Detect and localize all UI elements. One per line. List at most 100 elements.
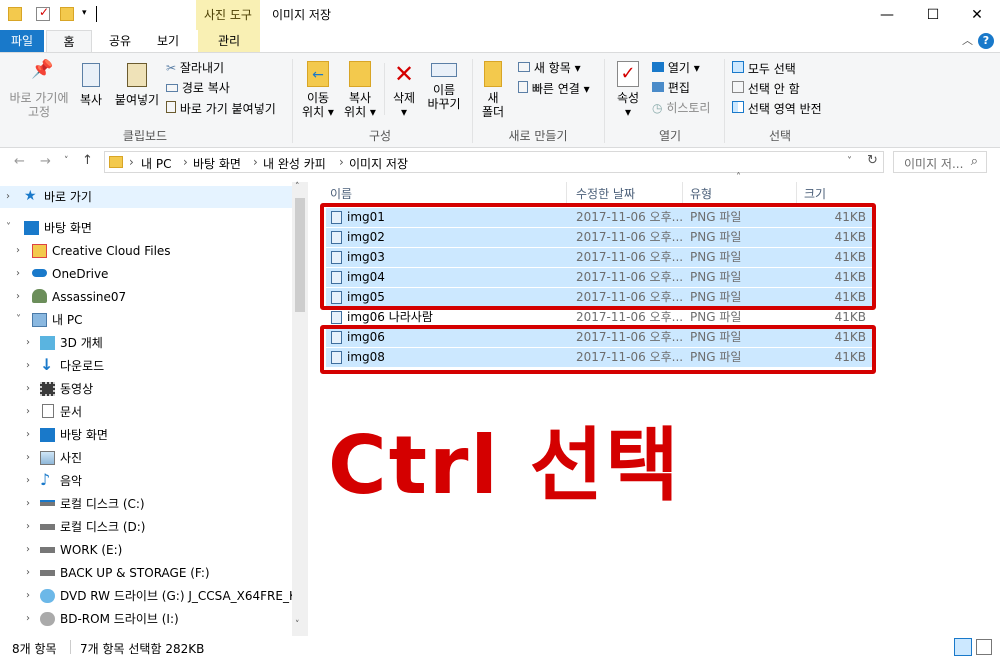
- ribbon: 📌 바로 가기에 고정 복사 붙여넣기 ✂ 잘라내기 경로 복사 바로 가기 붙…: [0, 52, 1000, 148]
- breadcrumb-this-pc[interactable]: 내 PC: [141, 155, 171, 172]
- delete-button[interactable]: ✕ 삭제 ▾: [388, 61, 420, 119]
- group-separator: [292, 59, 293, 143]
- pin-label: 바로 가기에 고정: [9, 91, 69, 119]
- chevron-right-icon: ›: [6, 191, 10, 202]
- new-folder-button[interactable]: 새 폴더: [478, 61, 508, 119]
- select-all-button[interactable]: 모두 선택: [732, 61, 796, 76]
- computer-icon: [32, 313, 47, 327]
- nav-drive-g-label: DVD RW 드라이브 (G:) J_CCSA_X64FRE_KO-K: [60, 589, 308, 603]
- nav-drive-d-label: 로컬 디스크 (D:): [60, 520, 146, 534]
- tab-share[interactable]: 공유: [98, 30, 142, 52]
- breadcrumb-desktop[interactable]: 바탕 화면: [193, 155, 241, 172]
- breadcrumb-separator: ›: [253, 155, 258, 169]
- tab-home[interactable]: 홈: [46, 30, 92, 53]
- chevron-right-icon: ›: [26, 567, 30, 578]
- picture-icon: [40, 451, 55, 465]
- address-dropdown-icon[interactable]: ˅: [847, 156, 852, 167]
- tab-manage[interactable]: 관리: [198, 30, 260, 52]
- properties-button[interactable]: ✓ 속성 ▾: [610, 61, 646, 119]
- select-none-label: 선택 안 함: [747, 82, 800, 96]
- close-button[interactable]: ✕: [954, 0, 1000, 30]
- rename-button[interactable]: 이름 바꾸기: [424, 61, 464, 111]
- search-input[interactable]: 이미지 저... ⌕: [893, 151, 987, 173]
- copy-path-button[interactable]: 경로 복사: [166, 81, 230, 95]
- new-folder-icon[interactable]: [60, 7, 74, 21]
- selection-highlight-box: [320, 325, 876, 374]
- forward-button[interactable]: →: [40, 154, 51, 169]
- address-bar[interactable]: › 내 PC › 바탕 화면 › 내 완성 카피 › 이미지 저장 ˅ ↻: [104, 151, 884, 173]
- scroll-down-icon[interactable]: ˅: [295, 620, 300, 630]
- folder-icon: [109, 156, 123, 168]
- nav-drive-e-label: WORK (E:): [60, 543, 123, 557]
- nav-downloads-label: 다운로드: [60, 359, 105, 373]
- chevron-right-icon: ›: [16, 245, 20, 256]
- properties-icon[interactable]: ✓: [36, 5, 50, 21]
- properties-check-icon: ✓: [617, 61, 639, 87]
- edit-button[interactable]: 편집: [652, 81, 690, 95]
- png-file-icon: [331, 311, 342, 324]
- quick-access-dropdown-icon[interactable]: ▾: [82, 8, 87, 18]
- scissors-icon: ✂: [166, 61, 177, 75]
- minimize-button[interactable]: —: [864, 0, 910, 30]
- maximize-button[interactable]: ☐: [910, 0, 956, 30]
- copy-button[interactable]: 복사: [76, 63, 106, 107]
- breadcrumb-separator: ›: [183, 155, 188, 169]
- open-button[interactable]: 열기 ▾: [652, 61, 700, 75]
- nav-music-label: 음악: [60, 474, 83, 488]
- nav-this-pc-label: 내 PC: [52, 313, 83, 327]
- back-button[interactable]: ←: [14, 154, 25, 169]
- history-button[interactable]: ◷ 히스토리: [652, 101, 710, 115]
- copy-to-button[interactable]: 복사 위치 ▾: [340, 61, 380, 119]
- nav-videos-label: 동영상: [60, 382, 94, 396]
- ribbon-tabs: 파일 홈 공유 보기 관리 ︿ ?: [0, 30, 1000, 53]
- select-all-icon: [732, 61, 744, 73]
- help-icon[interactable]: ︿: [962, 32, 973, 48]
- nav-drive-i-label: BD-ROM 드라이브 (I:): [60, 612, 179, 626]
- nav-scrollbar-thumb[interactable]: [295, 198, 305, 312]
- edit-label: 편집: [667, 81, 690, 95]
- picture-tools-label: 사진 도구: [204, 8, 252, 22]
- nav-quick-access[interactable]: › ★ 바로 가기: [0, 186, 292, 208]
- nav-onedrive-label: OneDrive: [52, 267, 109, 281]
- nav-desktop-label: 바탕 화면: [60, 428, 108, 442]
- invert-selection-button[interactable]: 선택 영역 반전: [732, 101, 822, 116]
- large-icons-view-icon[interactable]: [976, 639, 992, 655]
- select-none-button[interactable]: 선택 안 함: [732, 81, 800, 96]
- easy-access-button[interactable]: 빠른 연결 ▾: [518, 81, 590, 96]
- select-group-label: 선택: [768, 129, 792, 143]
- pin-quick-access-button[interactable]: 📌 바로 가기에 고정: [4, 59, 74, 120]
- cut-button[interactable]: ✂ 잘라내기: [166, 61, 224, 75]
- new-item-button[interactable]: 새 항목 ▾: [518, 61, 581, 75]
- easy-access-label: 빠른 연결 ▾: [531, 82, 590, 96]
- invert-selection-icon: [732, 101, 744, 113]
- refresh-icon[interactable]: ↻: [867, 153, 878, 168]
- film-icon: [40, 382, 55, 396]
- move-to-icon: ←: [307, 61, 329, 87]
- delete-label: 삭제 ▾: [392, 91, 416, 119]
- tab-view[interactable]: 보기: [146, 30, 190, 52]
- move-to-button[interactable]: ← 이동 위치 ▾: [298, 61, 338, 119]
- copy-label: 복사: [79, 93, 103, 107]
- paste-button[interactable]: 붙여넣기: [112, 63, 162, 107]
- chevron-right-icon: ›: [26, 498, 30, 509]
- title-divider: [96, 6, 97, 22]
- help-button[interactable]: ?: [978, 33, 994, 49]
- recent-locations-dropdown[interactable]: ˅: [64, 156, 69, 166]
- paste-shortcut-button[interactable]: 바로 가기 붙여넣기: [166, 101, 276, 116]
- chevron-right-icon: ›: [26, 521, 30, 532]
- scroll-up-icon[interactable]: ˄: [295, 182, 300, 192]
- selection-highlight-box: [320, 203, 876, 310]
- nav-desktop-root-label: 바탕 화면: [44, 221, 92, 235]
- tab-file[interactable]: 파일: [0, 30, 44, 52]
- breadcrumb-my-copy[interactable]: 내 완성 카피: [263, 155, 326, 172]
- details-view-icon[interactable]: [954, 638, 972, 656]
- status-bar: 8개 항목 7개 항목 선택함 282KB: [0, 636, 1000, 658]
- drive-icon: [40, 570, 55, 576]
- new-item-icon: [518, 62, 530, 72]
- up-button[interactable]: ↑: [82, 153, 93, 168]
- copy-path-icon: [166, 84, 178, 92]
- desktop-icon: [40, 428, 55, 442]
- user-icon: [32, 289, 47, 303]
- pin-icon: 📌: [31, 59, 54, 80]
- breadcrumb-image-save[interactable]: 이미지 저장: [349, 155, 408, 172]
